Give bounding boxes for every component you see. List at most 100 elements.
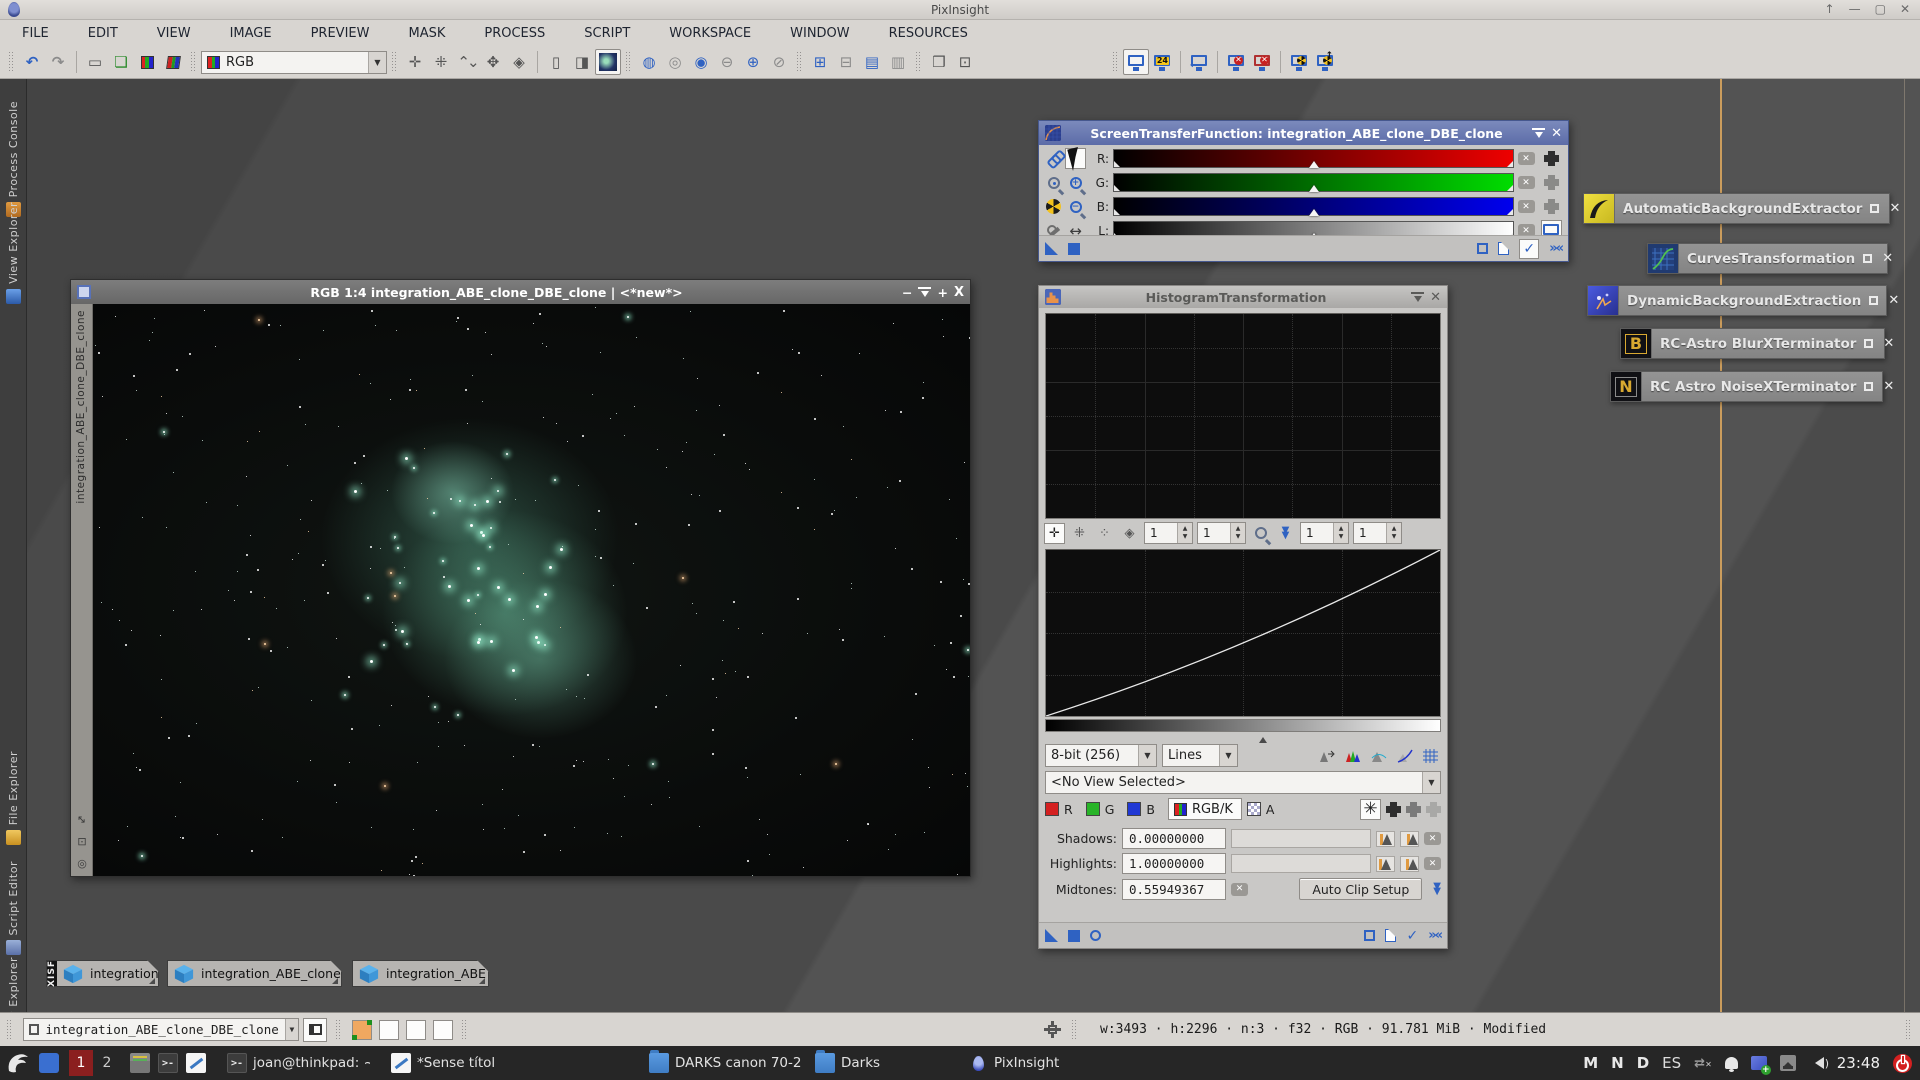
xfce-menu-icon[interactable] bbox=[5, 1051, 31, 1075]
dock-tab-history-explorer[interactable]: History Explorer bbox=[0, 957, 27, 1012]
apply-global-icon[interactable] bbox=[1090, 930, 1101, 941]
dock-tab-process-console[interactable]: Process Console bbox=[0, 101, 27, 217]
zoom-out-icon[interactable]: − bbox=[1065, 196, 1086, 217]
boost-stf-icon[interactable] bbox=[1043, 196, 1064, 217]
toolbar-grip[interactable] bbox=[625, 51, 632, 73]
optimal-zoom-icon[interactable]: ⊡ bbox=[77, 835, 86, 848]
menu-view[interactable]: VIEW bbox=[157, 26, 191, 41]
magnifier-icon[interactable] bbox=[1250, 523, 1271, 544]
resize-grip-icon[interactable] bbox=[332, 978, 338, 984]
shade-icon[interactable] bbox=[1411, 292, 1424, 303]
highlights-reset-icon[interactable]: ✕ bbox=[1424, 857, 1441, 870]
input-zoom-spinbox[interactable]: 1 ▲▼ bbox=[1300, 522, 1349, 544]
workspace-3-button[interactable] bbox=[406, 1020, 426, 1040]
workspace-grid-icon[interactable]: ⊡ bbox=[952, 49, 978, 75]
view-select[interactable]: <No View Selected> ▼ bbox=[1045, 771, 1441, 794]
keyboard-layout-indicator[interactable]: ES bbox=[1662, 1054, 1681, 1072]
removable-media-icon[interactable] bbox=[1780, 1055, 1796, 1071]
process-icon-blurxterminator[interactable]: B RC-Astro BlurXTerminator ✕ bbox=[1620, 328, 1885, 359]
readout-icon[interactable]: ✛ bbox=[1044, 523, 1065, 544]
pan-icon[interactable]: ◈ bbox=[1119, 523, 1140, 544]
view-mode-icon[interactable]: ◎ bbox=[77, 857, 87, 870]
zoom-1to1-icon[interactable] bbox=[1043, 172, 1064, 193]
volume-icon[interactable]: ) bbox=[1809, 1057, 1824, 1069]
close-icon[interactable]: X bbox=[954, 286, 964, 299]
process-close-icon[interactable]: ✕ bbox=[1889, 201, 1900, 216]
close-icon[interactable]: ✕ bbox=[1430, 291, 1441, 304]
browse-documentation-icon[interactable] bbox=[1364, 930, 1375, 941]
process-icon-curves[interactable]: CurvesTransformation ✕ bbox=[1647, 243, 1888, 274]
terminal-launcher-icon[interactable]: >- bbox=[158, 1053, 178, 1073]
stf-titlebar[interactable]: ScreenTransferFunction: integration_ABE_… bbox=[1039, 121, 1568, 145]
iconized-view-integration-abe[interactable]: integration_ABE bbox=[352, 960, 489, 987]
menu-mask[interactable]: MASK bbox=[408, 26, 445, 41]
stf-blue-auto-icon[interactable] bbox=[1544, 199, 1559, 214]
documentation-icon[interactable] bbox=[1498, 242, 1509, 255]
mask-enabled-icon[interactable]: ◍ bbox=[636, 49, 662, 75]
green-channel-chip[interactable] bbox=[1086, 802, 1100, 816]
midtones-marker-icon[interactable] bbox=[1259, 733, 1267, 743]
taskbar-window-terminal[interactable]: >- joan@thinkpad: ~/... bbox=[220, 1050, 370, 1077]
clock[interactable]: 23:48 bbox=[1837, 1054, 1880, 1072]
window-mode-button[interactable] bbox=[303, 1018, 327, 1042]
fit-view-icon[interactable]: ↔ bbox=[74, 812, 90, 828]
process-close-icon[interactable]: ✕ bbox=[1888, 293, 1899, 308]
expand-icon[interactable]: ⁜ bbox=[1069, 523, 1090, 544]
histogram-output-plot[interactable] bbox=[1045, 313, 1441, 519]
snap-icon[interactable]: ⊟ bbox=[833, 49, 859, 75]
midtones-field[interactable]: 0.55949367 bbox=[1122, 879, 1226, 900]
toggle-output-icon[interactable] bbox=[1316, 745, 1337, 766]
taskbar-window-darks-canon[interactable]: DARKS canon 70-2... bbox=[642, 1050, 802, 1077]
show-desktop-icon[interactable] bbox=[39, 1053, 59, 1073]
browse-documentation-icon[interactable] bbox=[1477, 243, 1488, 254]
menu-workspace[interactable]: WORKSPACE bbox=[669, 26, 751, 41]
menu-image[interactable]: IMAGE bbox=[230, 26, 272, 41]
rulers-icon[interactable]: ▤ bbox=[859, 49, 885, 75]
statusbar-grip[interactable] bbox=[335, 1019, 342, 1041]
auto-clip-setup-button[interactable]: Auto Clip Setup bbox=[1299, 878, 1422, 900]
toolbar-grip[interactable] bbox=[796, 51, 803, 73]
new-preview-icon[interactable]: ▯ bbox=[543, 49, 569, 75]
dock-tab-view-explorer[interactable]: View Explorer bbox=[0, 202, 27, 304]
shade-icon[interactable] bbox=[918, 287, 931, 298]
process-restore-icon[interactable] bbox=[1864, 339, 1873, 348]
alpha-channel-chip[interactable] bbox=[1247, 802, 1261, 816]
close-icon[interactable]: ✕ bbox=[1551, 127, 1562, 140]
stf-blue-gradient[interactable] bbox=[1113, 197, 1514, 216]
window-maximize-icon[interactable]: ▢ bbox=[1875, 2, 1886, 16]
center-view-icon[interactable]: ◈ bbox=[506, 49, 532, 75]
stf-red-gradient[interactable] bbox=[1113, 149, 1514, 168]
readout-mode-icon[interactable]: ✛ bbox=[402, 49, 428, 75]
select-mask-icon[interactable]: ⊕ bbox=[740, 49, 766, 75]
spin-arrows-icon[interactable]: ▲▼ bbox=[1386, 523, 1401, 543]
taskbar-workspace-1[interactable]: 1 bbox=[69, 1050, 93, 1076]
menu-edit[interactable]: EDIT bbox=[88, 26, 118, 41]
shadows-slider[interactable] bbox=[1231, 829, 1371, 848]
process-icon-dbe[interactable]: DynamicBackgroundExtraction ✕ bbox=[1587, 285, 1887, 316]
mask-inverted-icon[interactable]: ◉ bbox=[688, 49, 714, 75]
stf-window[interactable]: ScreenTransferFunction: integration_ABE_… bbox=[1038, 120, 1569, 262]
resize-grip-icon[interactable] bbox=[479, 978, 485, 984]
shaded-histogram-icon[interactable] bbox=[1368, 745, 1389, 766]
lock-mask-icon[interactable]: ⊖ bbox=[714, 49, 740, 75]
histogram-titlebar[interactable]: HistogramTransformation ✕ bbox=[1039, 286, 1447, 308]
rgb-histogram-icon[interactable] bbox=[1342, 745, 1363, 766]
upload-monitor-icon[interactable]: ↑ bbox=[1312, 49, 1338, 75]
power-icon[interactable] bbox=[1893, 1054, 1912, 1073]
menu-file[interactable]: FILE bbox=[22, 26, 49, 41]
chevron-down-icon[interactable]: ▼ bbox=[368, 52, 386, 73]
sync-icon[interactable] bbox=[1426, 802, 1441, 817]
extract-channels-icon[interactable] bbox=[160, 49, 186, 75]
workspace-4-button[interactable] bbox=[433, 1020, 453, 1040]
taskbar-window-darks[interactable]: Darks bbox=[808, 1050, 893, 1077]
resize-grip-icon[interactable] bbox=[149, 978, 155, 984]
process-icon-abe[interactable]: AutomaticBackgroundExtractor ✕ bbox=[1583, 193, 1890, 224]
blue-channel-chip[interactable] bbox=[1127, 802, 1141, 816]
taskbar-window-pixinsight[interactable]: PixInsight bbox=[961, 1050, 1079, 1077]
spin-arrows-icon[interactable]: ▲▼ bbox=[1177, 523, 1192, 543]
iconize-icon[interactable]: − bbox=[902, 285, 912, 300]
broadcast-icon[interactable] bbox=[1406, 802, 1421, 817]
new-instance-icon[interactable] bbox=[1045, 929, 1058, 942]
rename-view-icon[interactable]: ▭ bbox=[82, 49, 108, 75]
zoom-in-mode-icon[interactable]: ⌃⌄ bbox=[454, 49, 480, 75]
